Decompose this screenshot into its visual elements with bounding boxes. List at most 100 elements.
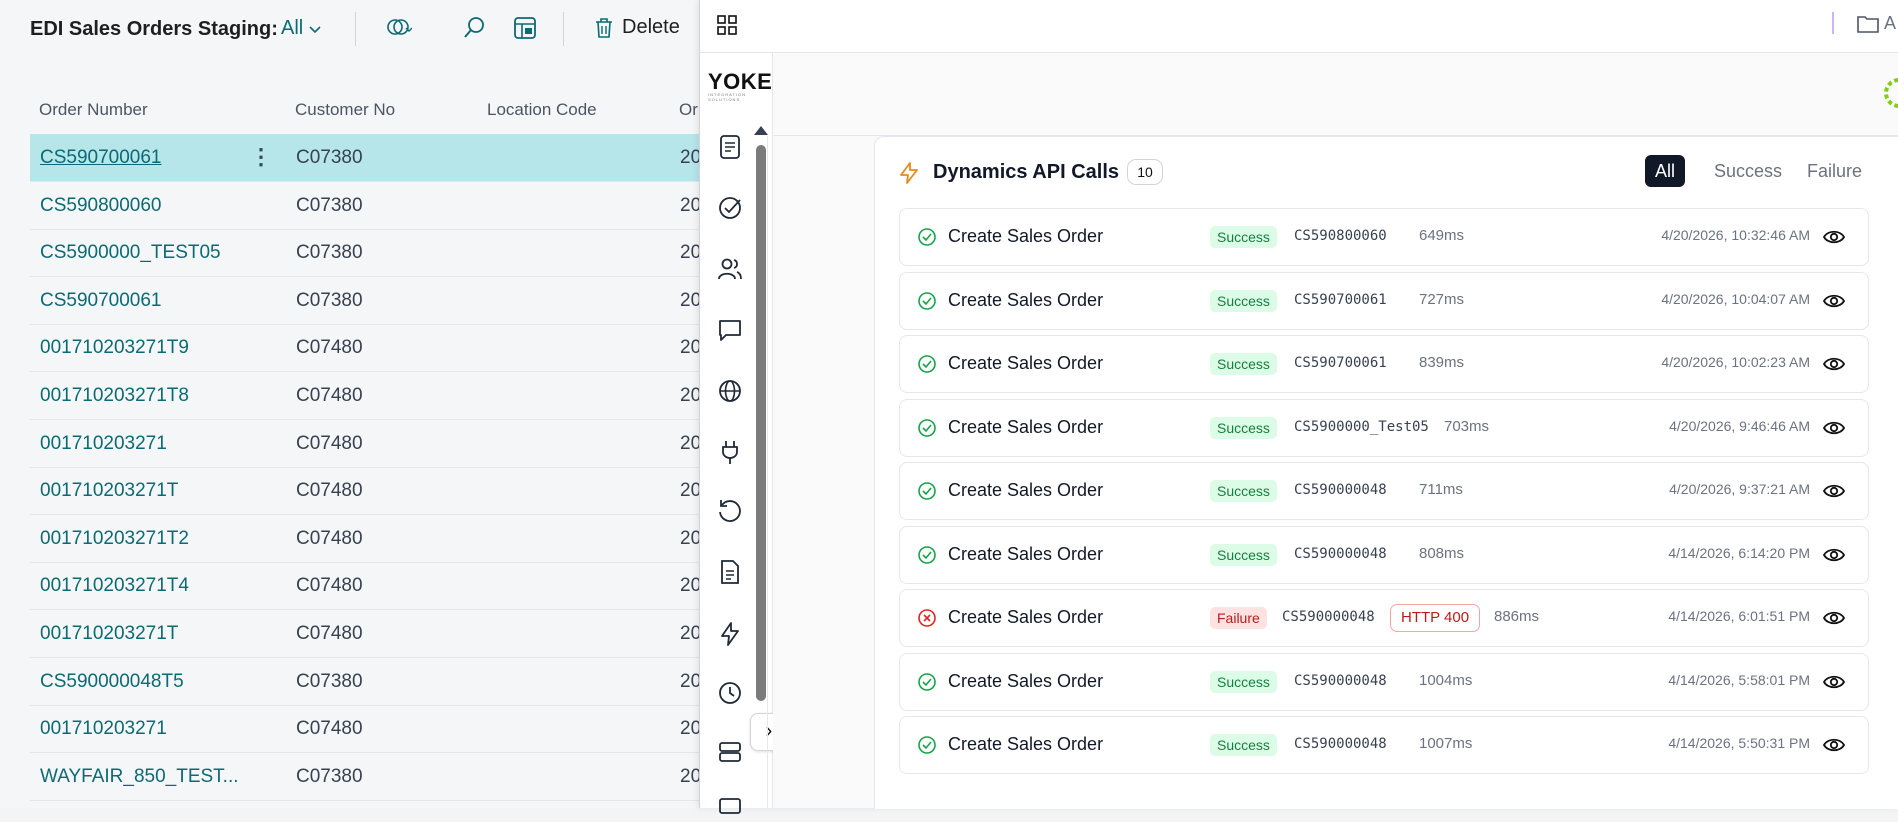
top-bar-divider [1832,12,1834,34]
zap-icon[interactable] [716,620,744,648]
status-badge: Success [1210,480,1277,502]
order-date-cell: 20 [680,527,702,549]
order-date-cell: 20 [680,242,702,264]
api-call-row[interactable]: Create Sales Order Success CS590700061 839m… [899,335,1869,393]
view-details-eye-icon[interactable] [1822,544,1846,566]
api-call-row[interactable]: Create Sales Order Success CS590000048 711m… [899,462,1869,520]
order-number-link[interactable]: 001710203271T [40,480,178,502]
timestamp: 4/14/2026, 6:01:51 PM [1668,608,1810,624]
delete-button[interactable]: Delete [594,16,680,39]
view-details-eye-icon[interactable] [1822,290,1846,312]
search-icon[interactable] [461,14,489,42]
table-row[interactable]: 001710203271T C07480 20 [30,467,730,516]
table-row[interactable]: CS590800060 C07380 20 [30,182,730,230]
api-call-row[interactable]: Create Sales Order Failure CS590000048 HTTP… [899,589,1869,647]
customer-no-cell: C07480 [296,480,363,502]
timestamp: 4/14/2026, 5:50:31 PM [1668,735,1810,751]
users-icon[interactable] [716,255,744,283]
customer-no-cell: C07380 [296,670,363,692]
layout-icon[interactable] [511,14,539,42]
table-row[interactable]: 001710203271 C07480 20 [30,705,730,754]
table-row[interactable]: WAYFAIR_850_TEST... C07380 20 [30,753,730,801]
duration: 711ms [1419,481,1463,498]
filter-pane-icon[interactable] [384,14,412,42]
order-number-link[interactable]: 001710203271T8 [40,385,189,407]
status-badge: Success [1210,543,1277,566]
table-row[interactable]: 001710203271 C07480 20 [30,420,730,468]
file-text-icon[interactable] [716,558,744,586]
table-row[interactable]: CS5900000_TEST05 C07380 20 [30,229,730,278]
column-header-location-code[interactable]: Location Code [487,100,597,120]
status-indicator-icon [1884,78,1898,108]
order-number-link[interactable]: CS590800060 [40,195,162,217]
customer-no-cell: C07480 [296,432,363,454]
column-header-order-date[interactable]: Or [679,100,698,120]
scroll-up-arrow[interactable] [754,126,768,135]
table-row[interactable]: 001710203271T2 C07480 20 [30,515,730,563]
order-number-link[interactable]: 001710203271 [40,433,167,455]
view-details-eye-icon[interactable] [1822,480,1846,502]
folder-icon[interactable] [1856,13,1880,35]
status-badge: Success [1210,416,1277,439]
call-name: Create Sales Order [948,607,1104,627]
api-call-row[interactable]: Create Sales Order Success CS590000048 1004… [899,652,1869,711]
order-number-link[interactable]: CS5900000_TEST05 [40,242,221,264]
order-number-link[interactable]: CS590000048T5 [40,671,184,693]
document-list-icon[interactable] [716,133,744,161]
order-number-link[interactable]: CS590700061 [40,290,162,312]
history-icon[interactable] [716,497,744,525]
view-details-eye-icon[interactable] [1822,734,1846,756]
view-filter-dropdown[interactable]: All [281,17,323,40]
message-icon[interactable] [716,316,744,344]
api-call-row[interactable]: Create Sales Order Success CS590000048 1007… [899,716,1869,774]
folder-label[interactable]: A [1884,13,1896,34]
api-call-row[interactable]: Create Sales Order Success CS590000048 808m… [899,525,1869,584]
row-menu-icon[interactable]: ⋮ [250,144,272,170]
order-number-link[interactable]: 001710203271T2 [40,528,189,550]
table-row[interactable]: 001710203271T C07480 20 [30,610,730,658]
filter-all-button[interactable]: All [1645,155,1686,187]
order-number-link[interactable]: WAYFAIR_850_TEST... [40,766,239,788]
table-row[interactable]: 001710203271T9 C07480 20 [30,324,730,373]
api-call-row[interactable]: Create Sales Order Success CS590700061 727m… [899,271,1869,330]
scrollbar-thumb[interactable] [756,145,766,701]
order-number-link[interactable]: CS590700061 [40,147,162,169]
call-name: Create Sales Order [948,353,1104,373]
monitor-icon[interactable] [716,794,744,822]
globe-icon[interactable] [716,377,744,405]
view-details-eye-icon[interactable] [1822,607,1846,629]
table-row[interactable]: CS590700061 C07380 20 [30,277,730,325]
plug-icon[interactable] [716,438,744,466]
clock-icon[interactable] [716,679,744,707]
view-details-eye-icon[interactable] [1822,671,1846,693]
apps-grid-icon[interactable] [716,14,738,36]
table-row[interactable]: CS590000048T5 C07380 20 [30,658,730,706]
column-header-customer-no[interactable]: Customer No [295,100,395,120]
success-check-icon [918,672,936,691]
table-row[interactable]: 001710203271T8 C07480 20 [30,372,730,420]
view-details-eye-icon[interactable] [1822,226,1846,248]
customer-no-cell: C07480 [296,527,363,549]
order-date-cell: 20 [680,432,702,454]
table-row[interactable]: 001710203271T4 C07480 20 [30,562,730,611]
order-number-link[interactable]: 001710203271T [40,623,178,645]
server-icon[interactable] [716,738,744,766]
order-number-link[interactable]: 001710203271T9 [40,337,189,359]
view-details-eye-icon[interactable] [1822,353,1846,375]
filter-failure-button[interactable]: Failure [1797,155,1872,187]
api-call-row[interactable]: Create Sales Order Success CS5900000_Test0… [899,398,1869,457]
customer-no-cell: C07380 [296,765,363,787]
order-number-link[interactable]: 001710203271T4 [40,575,189,597]
customer-no-cell: C07480 [296,575,363,597]
success-check-icon [918,418,936,437]
check-circle-icon[interactable] [716,194,744,222]
view-details-eye-icon[interactable] [1822,417,1846,439]
table-row[interactable]: CS590700061 ⋮ C07380 20 [30,134,730,182]
api-call-row[interactable]: Create Sales Order Success CS590800060 649m… [899,208,1869,266]
order-date-cell: 20 [680,623,702,644]
order-number-link[interactable]: 001710203271 [40,718,167,740]
filter-success-button[interactable]: Success [1704,155,1792,187]
timestamp: 4/14/2026, 6:14:20 PM [1668,544,1810,561]
column-header-order-number[interactable]: Order Number [39,100,148,120]
calls-count-badge: 10 [1127,159,1163,185]
